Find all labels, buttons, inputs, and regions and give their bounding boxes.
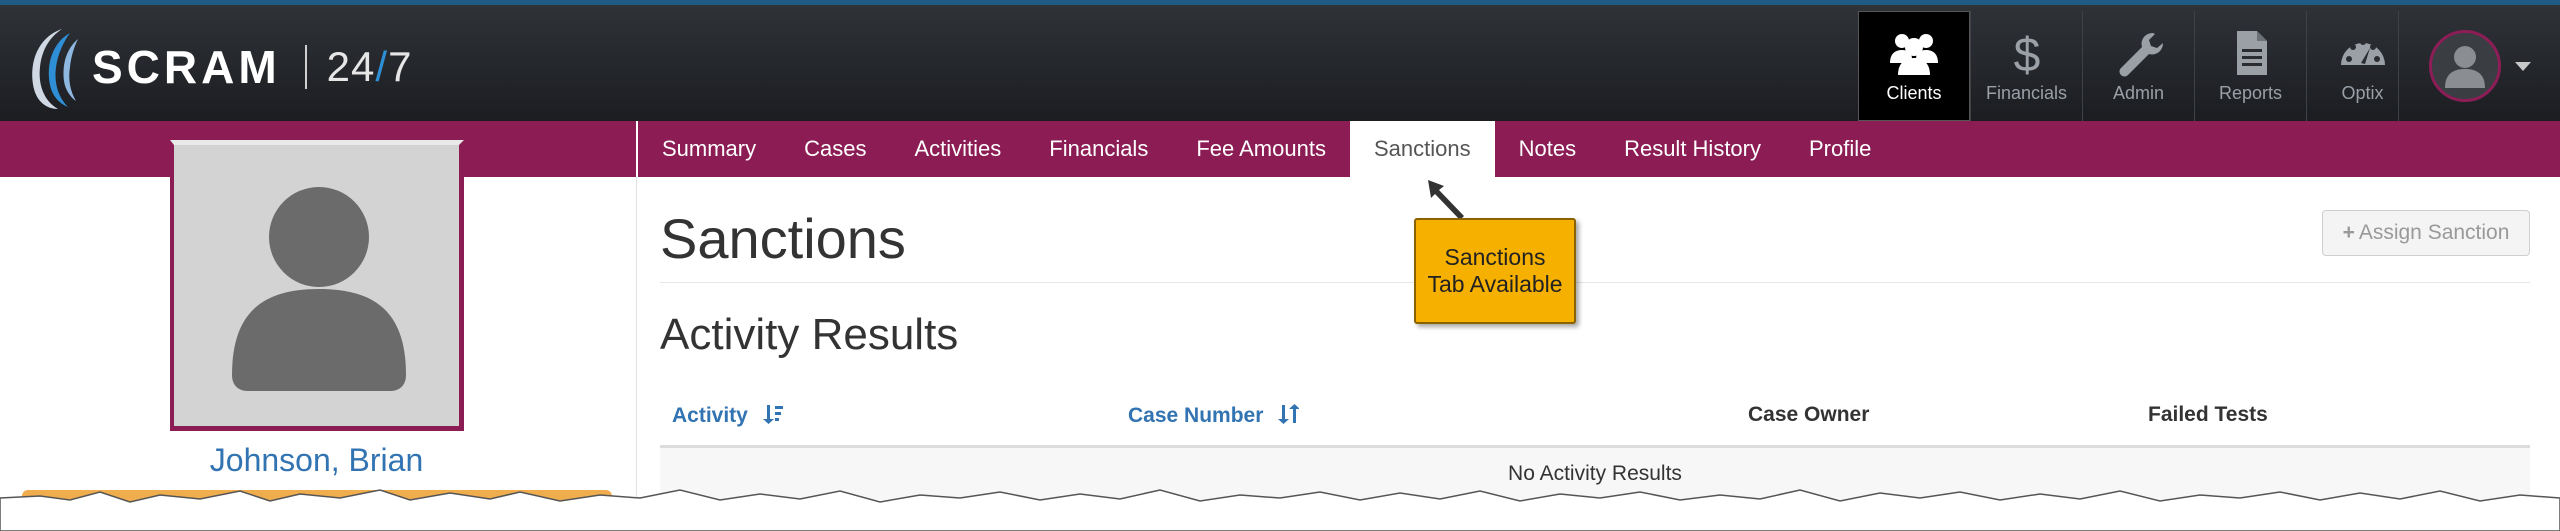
user-silhouette-icon <box>232 187 406 391</box>
nav-clients-label: Clients <box>1886 82 1942 103</box>
top-navigation-bar: SCRAM 24/7 Clients $ Financials Admin Re… <box>0 0 2560 121</box>
page-title: Sanctions <box>660 207 906 270</box>
assign-sanction-label: Assign Sanction <box>2358 221 2510 244</box>
svg-text:$: $ <box>2013 29 2040 77</box>
sort-desc-icon <box>762 405 783 424</box>
user-menu[interactable] <box>2398 11 2560 121</box>
assign-sanction-button[interactable]: + Assign Sanction <box>2322 210 2530 256</box>
nav-financials[interactable]: $ Financials <box>1970 11 2082 121</box>
nav-admin-label: Admin <box>2112 82 2165 103</box>
logo-separator <box>304 45 307 89</box>
nav-financials-label: Financials <box>1985 82 2068 103</box>
tab-summary[interactable]: Summary <box>638 121 780 177</box>
swoosh-logo-icon <box>32 29 78 109</box>
tab-cases[interactable]: Cases <box>780 121 890 177</box>
sort-icon <box>1278 404 1301 424</box>
plus-icon: + <box>2342 221 2355 244</box>
scram-logo[interactable]: SCRAM 24/7 <box>18 23 412 111</box>
column-case-owner: Case Owner <box>1748 403 1870 426</box>
users-icon <box>1890 33 1938 75</box>
panel-divider <box>636 177 637 517</box>
callout-arrow-icon <box>1428 180 1464 220</box>
tab-sanctions[interactable]: Sanctions <box>1349 121 1495 177</box>
results-table-header: Activity Case Number Case Owner Failed T… <box>660 393 2530 448</box>
sanctions-callout: Sanctions Tab Available <box>1414 218 1576 324</box>
client-tabs: Summary Cases Activities Financials Fee … <box>636 121 1895 177</box>
tab-activities[interactable]: Activities <box>890 121 1025 177</box>
nav-admin[interactable]: Admin <box>2082 11 2194 121</box>
nav-reports[interactable]: Reports <box>2194 11 2306 121</box>
logo-wordmark: SCRAM <box>92 41 281 93</box>
tab-fee-amounts[interactable]: Fee Amounts <box>1172 121 1350 177</box>
chevron-down-icon <box>2515 61 2531 71</box>
column-activity[interactable]: Activity <box>672 403 784 428</box>
tab-notes[interactable]: Notes <box>1495 121 1600 177</box>
activity-results-title: Activity Results <box>660 310 959 359</box>
wrench-icon <box>2119 32 2163 76</box>
nav-optix-label: Optix <box>2341 82 2384 103</box>
column-case-number[interactable]: Case Number <box>1128 403 1301 428</box>
nav-clients[interactable]: Clients <box>1858 11 1970 121</box>
tab-result-history[interactable]: Result History <box>1600 121 1785 177</box>
tab-profile[interactable]: Profile <box>1785 121 1895 177</box>
nav-reports-label: Reports <box>2218 82 2283 103</box>
dashboard-icon <box>2340 38 2385 65</box>
client-photo[interactable] <box>170 140 464 431</box>
tab-financials[interactable]: Financials <box>1025 121 1172 177</box>
document-icon <box>2236 30 2267 75</box>
torn-edge-decoration <box>0 489 2560 531</box>
user-avatar <box>2429 30 2501 102</box>
user-silhouette-icon <box>2445 46 2485 88</box>
title-divider <box>660 282 2530 283</box>
main-nav: Clients $ Financials Admin Reports Optix <box>1858 11 2418 126</box>
column-failed-tests: Failed Tests <box>2148 403 2268 426</box>
callout-line1: Sanctions <box>1444 244 1546 270</box>
client-name[interactable]: Johnson, Brian <box>120 442 513 479</box>
logo-247: 24/7 <box>326 43 413 90</box>
callout-line2: Tab Available <box>1427 271 1563 297</box>
dollar-icon: $ <box>2013 29 2040 77</box>
